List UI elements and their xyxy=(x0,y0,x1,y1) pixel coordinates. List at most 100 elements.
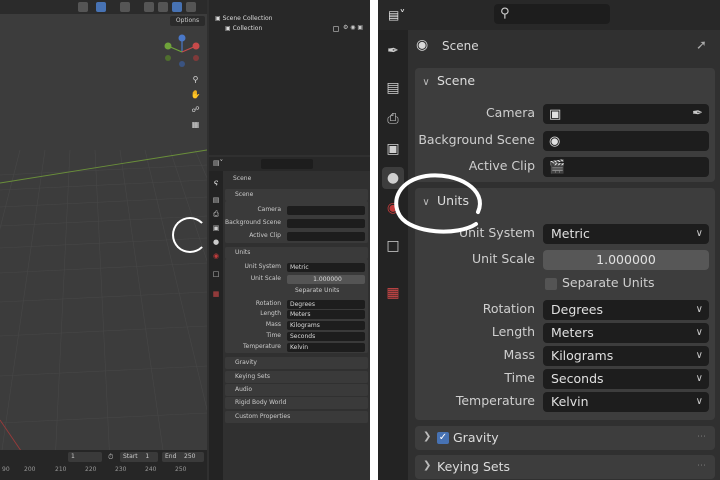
rigid-body-world-panel-header-small[interactable]: Rigid Body World xyxy=(225,397,368,409)
unit-scale-label-small: Unit Scale xyxy=(250,275,281,282)
time-dropdown-small[interactable]: Seconds xyxy=(287,332,365,341)
tool-tab-icon[interactable]: 𝝇 xyxy=(211,177,221,187)
navigation-gizmo[interactable] xyxy=(160,32,204,72)
render-tab-icon[interactable]: ▤ xyxy=(382,77,404,99)
xray-icon[interactable] xyxy=(158,2,168,12)
stopwatch-icon: ⏱ xyxy=(108,453,114,461)
units-panel-header-small[interactable]: Units xyxy=(225,247,368,259)
camera-field[interactable]: ▣ ✒ xyxy=(543,104,709,124)
background-scene-field[interactable]: ◉ xyxy=(543,131,709,151)
gravity-panel-header-small[interactable]: Gravity xyxy=(225,357,368,369)
material-shading-icon[interactable] xyxy=(186,2,196,12)
unit-system-dropdown[interactable]: Metric ∨ xyxy=(543,224,709,244)
mass-dropdown-small[interactable]: Kilograms xyxy=(287,321,365,330)
active-clip-field[interactable]: 🎬 xyxy=(543,157,709,177)
time-label-small: Time xyxy=(266,332,281,339)
separate-units-checkbox[interactable] xyxy=(545,278,557,290)
chevron-down-icon: ∨ xyxy=(695,350,703,361)
tool-tab-icon[interactable]: ✒ xyxy=(382,40,404,62)
audio-panel-header-small[interactable]: Audio xyxy=(225,384,368,396)
overlay-icon[interactable] xyxy=(144,2,154,12)
solid-shading-icon[interactable] xyxy=(172,2,182,12)
properties-editor-icon[interactable]: ▤˅ xyxy=(388,5,420,25)
properties-editor-small[interactable]: ▤˅ 𝝇 ▤ ⎙ ▣ ● ◉ □ ▦ Scene Scene Camera Ba… xyxy=(209,157,370,480)
chevron-down-icon: ∨ xyxy=(695,228,703,239)
pan-hand-icon[interactable]: ✋ xyxy=(190,89,201,100)
editor-type-icon[interactable]: ▤˅ xyxy=(213,159,223,167)
unit-scale-label: Unit Scale xyxy=(471,251,535,266)
property-tabs: ✒ ▤ ⎙ ▣ ● ◉ □ ▦ xyxy=(378,30,408,480)
unit-system-dropdown-small[interactable]: Metric xyxy=(287,263,365,272)
unit-scale-field-small[interactable]: 1.000000 xyxy=(287,275,365,284)
texture-tab-icon[interactable]: ▦ xyxy=(382,282,404,304)
separate-units-label-small[interactable]: Separate Units xyxy=(295,287,339,294)
length-label-small: Length xyxy=(260,310,281,317)
perspective-grid-icon[interactable]: ▦ xyxy=(190,119,201,130)
search-input[interactable]: ⚲ xyxy=(494,4,610,24)
keying-sets-panel[interactable]: ❯ Keying Sets ⋯ xyxy=(415,455,715,479)
unit-system-value: Metric xyxy=(551,226,590,241)
length-dropdown-small[interactable]: Meters xyxy=(287,310,365,319)
scene-panel-header[interactable]: ∨ Scene xyxy=(415,68,715,94)
visibility-icons[interactable]: ⚙ ◉ ▣ xyxy=(343,24,363,31)
view-layer-tab-icon[interactable]: ▣ xyxy=(382,138,404,160)
mass-dropdown[interactable]: Kilograms ∨ xyxy=(543,346,709,366)
gravity-panel[interactable]: ❯ ✓ Gravity ⋯ xyxy=(415,426,715,450)
end-frame-field[interactable]: End 250 xyxy=(162,452,204,462)
outliner[interactable]: ▣ Scene Collection ▣ Collection ⚙ ◉ ▣ xyxy=(209,0,370,155)
temperature-dropdown[interactable]: Kelvin ∨ xyxy=(543,392,709,412)
rotation-dropdown-small[interactable]: Degrees xyxy=(287,300,365,309)
pin-icon[interactable]: ➚ xyxy=(696,38,707,53)
zoomed-properties-editor[interactable]: ▤˅ ⚲ ✒ ▤ ⎙ ▣ ● ◉ □ ▦ ◉ Scene ➚ ∨ Scene Ca… xyxy=(378,0,720,480)
collection-tab-icon[interactable]: □ xyxy=(211,269,221,279)
scene-tab-icon[interactable]: ● xyxy=(382,167,404,189)
units-panel-header[interactable]: ∨ Units xyxy=(415,188,715,214)
camera-label: Camera xyxy=(485,105,535,120)
keying-sets-panel-header-small[interactable]: Keying Sets xyxy=(225,371,368,383)
camera-view-icon[interactable]: ☍ xyxy=(190,104,201,115)
timeline[interactable]: 1 ⏱ Start 1 End 250 90 200 210 220 230 2… xyxy=(0,450,207,480)
transform-pivot-icon[interactable] xyxy=(96,2,106,12)
options-dropdown[interactable]: Options xyxy=(170,16,205,26)
render-tab-icon[interactable]: ▤ xyxy=(211,195,221,205)
chevron-down-icon: ∨ xyxy=(422,197,430,208)
drag-handle-icon[interactable]: ⋯ xyxy=(697,432,706,442)
output-tab-icon[interactable]: ⎙ xyxy=(211,209,221,219)
gravity-checkbox[interactable]: ✓ xyxy=(437,432,449,444)
scene-context-icon: ◉ xyxy=(416,37,429,53)
current-frame-field[interactable]: 1 xyxy=(68,452,102,462)
outliner-row-scene-collection[interactable]: ▣ Scene Collection xyxy=(215,14,272,24)
world-tab-icon[interactable]: ◉ xyxy=(382,197,404,219)
camera-field-small[interactable] xyxy=(287,206,365,215)
world-tab-icon[interactable]: ◉ xyxy=(211,251,221,261)
temperature-dropdown-small[interactable]: Kelvin xyxy=(287,343,365,352)
view-layer-tab-icon[interactable]: ▣ xyxy=(211,223,221,233)
unit-scale-field[interactable]: 1.000000 xyxy=(543,250,709,270)
time-dropdown[interactable]: Seconds ∨ xyxy=(543,369,709,389)
scene-tab-icon[interactable]: ● xyxy=(211,237,221,247)
active-clip-field-small[interactable] xyxy=(287,232,365,241)
time-label: Time xyxy=(504,370,535,385)
start-frame-field[interactable]: Start 1 xyxy=(120,452,158,462)
eyedropper-icon[interactable]: ✒ xyxy=(692,104,703,124)
custom-properties-panel-header-small[interactable]: Custom Properties xyxy=(225,411,368,423)
viewport-mode-icon[interactable] xyxy=(78,2,88,12)
properties-content: ◉ Scene ➚ ∨ Scene Camera ▣ ✒ Background S… xyxy=(408,30,720,480)
separate-units-label[interactable]: Separate Units xyxy=(562,275,655,290)
collection-tab-icon[interactable]: □ xyxy=(382,235,404,257)
3d-viewport[interactable]: Options ⚲ ✋ ☍ ▦ xyxy=(0,0,207,464)
zoom-icon[interactable]: ⚲ xyxy=(190,74,201,85)
texture-tab-icon[interactable]: ▦ xyxy=(211,289,221,299)
output-tab-icon[interactable]: ⎙ xyxy=(382,108,404,130)
active-clip-label-small: Active Clip xyxy=(249,232,281,239)
rotation-dropdown[interactable]: Degrees ∨ xyxy=(543,300,709,320)
exclude-checkbox[interactable] xyxy=(333,26,339,32)
length-dropdown[interactable]: Meters ∨ xyxy=(543,323,709,343)
drag-handle-icon[interactable]: ⋯ xyxy=(697,461,706,471)
background-scene-field-small[interactable] xyxy=(287,219,365,228)
outliner-row-collection[interactable]: ▣ Collection xyxy=(225,24,262,34)
search-input-small[interactable] xyxy=(261,159,313,169)
scene-panel-header-small[interactable]: Scene xyxy=(225,189,368,201)
length-value: Meters xyxy=(551,325,594,340)
snap-icon[interactable] xyxy=(120,2,130,12)
